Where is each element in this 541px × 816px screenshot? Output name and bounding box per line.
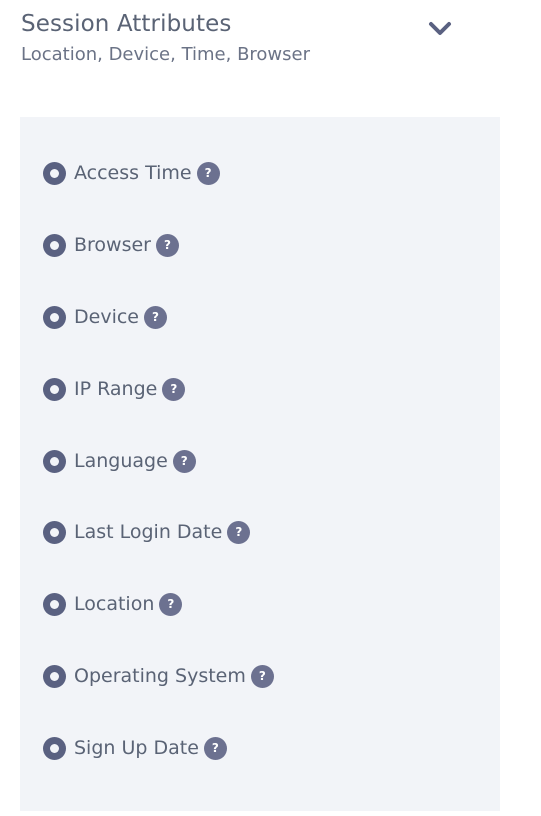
radio-button[interactable] bbox=[43, 664, 66, 688]
option-label: Sign Up Date bbox=[74, 737, 199, 759]
section-title: Session Attributes bbox=[21, 11, 232, 37]
option-label: Language bbox=[74, 450, 168, 472]
option-label: Last Login Date bbox=[74, 521, 223, 543]
help-icon[interactable]: ? bbox=[227, 520, 251, 544]
help-icon[interactable]: ? bbox=[162, 377, 186, 401]
option-browser[interactable]: Browser ? bbox=[43, 231, 179, 259]
radio-button[interactable] bbox=[43, 736, 66, 760]
option-sign-up-date[interactable]: Sign Up Date ? bbox=[43, 734, 227, 762]
radio-button[interactable] bbox=[43, 592, 66, 616]
option-label: Browser bbox=[74, 234, 151, 256]
radio-button[interactable] bbox=[43, 305, 66, 329]
radio-button[interactable] bbox=[43, 377, 66, 401]
radio-button[interactable] bbox=[43, 449, 66, 473]
section-header[interactable]: Session Attributes Location, Device, Tim… bbox=[21, 8, 491, 68]
option-device[interactable]: Device ? bbox=[43, 303, 167, 331]
option-label: Access Time bbox=[74, 162, 192, 184]
help-icon[interactable]: ? bbox=[203, 736, 227, 760]
chevron-down-icon[interactable] bbox=[426, 18, 454, 40]
option-label: Device bbox=[74, 306, 139, 328]
option-label: Operating System bbox=[74, 665, 246, 687]
radio-button[interactable] bbox=[43, 520, 66, 544]
option-ip-range[interactable]: IP Range ? bbox=[43, 375, 186, 403]
help-icon[interactable]: ? bbox=[156, 233, 179, 257]
radio-button[interactable] bbox=[43, 233, 66, 257]
help-icon[interactable]: ? bbox=[250, 664, 274, 688]
radio-button[interactable] bbox=[43, 161, 66, 185]
option-location[interactable]: Location ? bbox=[43, 590, 183, 618]
option-access-time[interactable]: Access Time ? bbox=[43, 159, 220, 187]
session-attributes-section: Session Attributes Location, Device, Tim… bbox=[0, 0, 541, 816]
option-operating-system[interactable]: Operating System ? bbox=[43, 662, 274, 690]
help-icon[interactable]: ? bbox=[143, 305, 167, 329]
help-icon[interactable]: ? bbox=[172, 449, 196, 473]
option-label: IP Range bbox=[74, 378, 158, 400]
option-language[interactable]: Language ? bbox=[43, 447, 196, 475]
help-icon[interactable]: ? bbox=[196, 161, 220, 185]
attributes-panel: Access Time ? Browser ? Device ? IP Rang… bbox=[20, 117, 500, 811]
option-label: Location bbox=[74, 593, 155, 615]
section-subtitle: Location, Device, Time, Browser bbox=[21, 44, 311, 65]
help-icon[interactable]: ? bbox=[159, 592, 183, 616]
option-last-login-date[interactable]: Last Login Date ? bbox=[43, 518, 251, 546]
